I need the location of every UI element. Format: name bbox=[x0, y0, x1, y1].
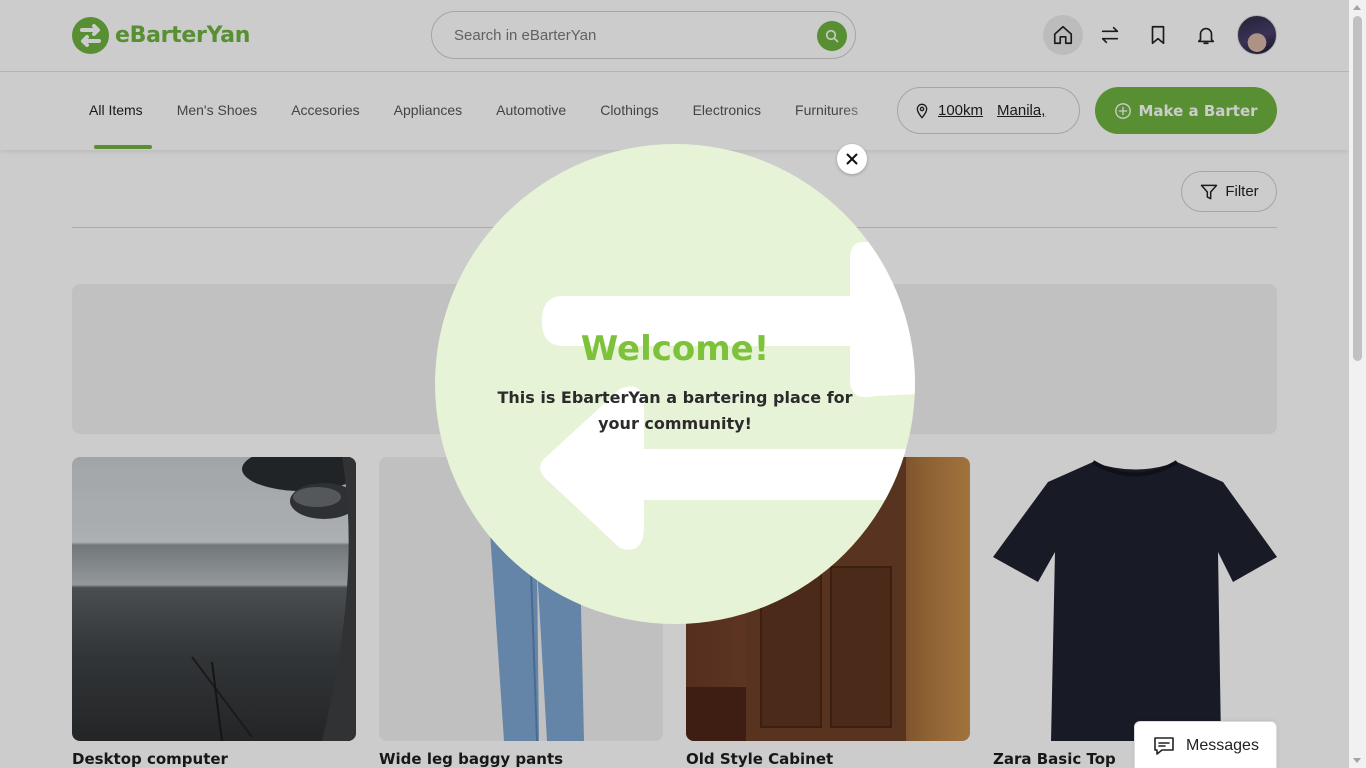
welcome-heading: Welcome! bbox=[580, 329, 770, 369]
messages-label: Messages bbox=[1186, 737, 1259, 754]
scrollbar-thumb[interactable] bbox=[1353, 16, 1362, 361]
welcome-modal: Welcome! This is EbarterYan a bartering … bbox=[435, 144, 915, 624]
barter-arrows-icon bbox=[540, 241, 915, 550]
close-icon bbox=[846, 153, 858, 165]
scroll-up-icon[interactable] bbox=[1353, 5, 1361, 10]
chat-icon bbox=[1154, 737, 1174, 755]
welcome-message: This is EbarterYan a bartering place for… bbox=[497, 388, 853, 433]
close-modal-button[interactable] bbox=[837, 144, 867, 174]
messages-button[interactable]: Messages bbox=[1134, 721, 1277, 768]
scroll-down-icon[interactable] bbox=[1353, 758, 1361, 763]
page-scrollbar[interactable] bbox=[1349, 0, 1366, 768]
